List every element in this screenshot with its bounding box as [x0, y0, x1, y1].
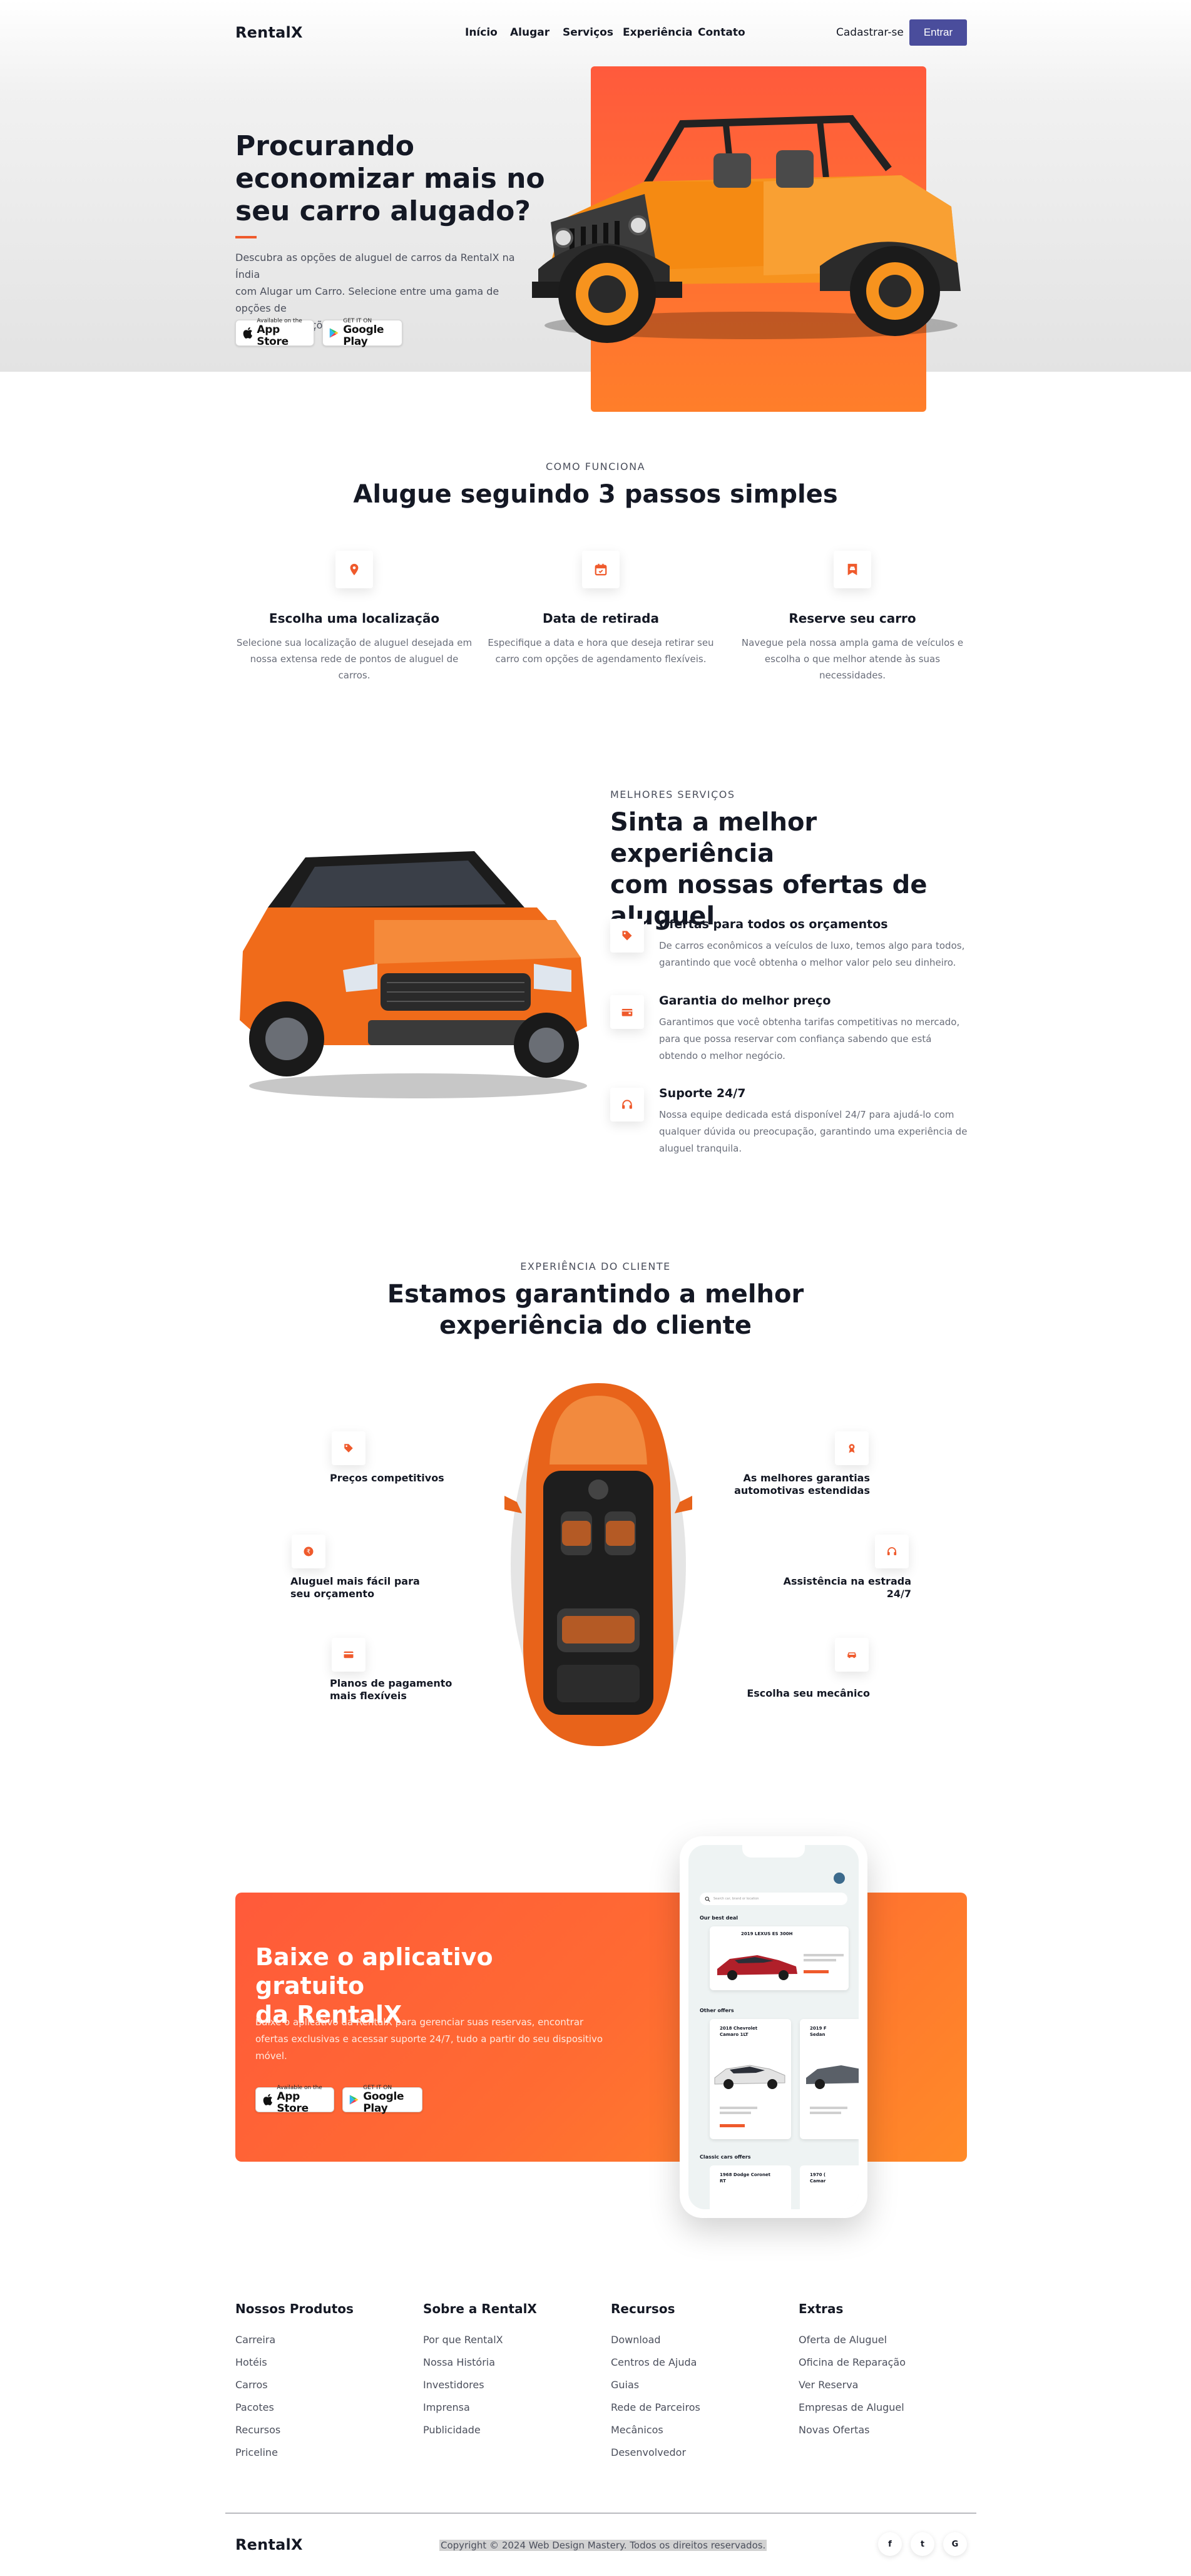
experience-item-pricing: Preços competitivos: [330, 1472, 444, 1484]
footer-link[interactable]: Carreira: [235, 2329, 398, 2351]
phone-offer-card[interactable]: 2019 F Sedan: [800, 2019, 859, 2139]
card-icon: [332, 1638, 365, 1672]
phone-search-input[interactable]: Search car, brand or location: [700, 1893, 847, 1905]
phone-mockup: Search car, brand or location Our best d…: [680, 1836, 867, 2218]
app-section-google-play-badge[interactable]: GET IT ON Google Play: [342, 2085, 422, 2115]
footer-link[interactable]: Desenvolvedor: [611, 2441, 774, 2464]
apple-icon: [243, 327, 252, 339]
twitter-icon[interactable]: t: [911, 2532, 934, 2556]
footer-link[interactable]: Rede de Parceiros: [611, 2396, 774, 2419]
footer-link[interactable]: Centros de Ajuda: [611, 2351, 774, 2374]
footer-link[interactable]: Imprensa: [423, 2396, 586, 2419]
phone-deal-card[interactable]: 2019 LEXUS ES 300H: [710, 1926, 849, 1990]
footer-link[interactable]: Novas Ofertas: [799, 2419, 961, 2441]
google-play-icon: [349, 2095, 359, 2105]
google-play-badge[interactable]: GET IT ON Google Play: [322, 318, 402, 348]
footer-link[interactable]: Nossa História: [423, 2351, 586, 2374]
phone-best-deal-label: Our best deal: [700, 1915, 739, 1921]
footer-link[interactable]: Oferta de Aluguel: [799, 2329, 961, 2351]
hero-underline: [235, 236, 257, 238]
google-play-icon: [329, 328, 339, 338]
nav-link-inicio[interactable]: Início: [465, 26, 498, 39]
phone-classic-label: Classic cars offers: [700, 2154, 751, 2160]
step-card-date: Data de retirada Especifique a data e ho…: [482, 551, 720, 667]
coin-icon: ₹: [292, 1535, 325, 1568]
app-store-badge[interactable]: Available on the App Store: [235, 318, 314, 348]
brand-logo[interactable]: RentalX: [235, 24, 303, 41]
avatar[interactable]: [834, 1873, 845, 1884]
experience-item-mechanic: Escolha seu mecânico: [747, 1687, 870, 1699]
nav-link-alugar[interactable]: Alugar: [510, 26, 549, 39]
footer-link[interactable]: Investidores: [423, 2374, 586, 2396]
footer-link[interactable]: Recursos: [235, 2419, 398, 2441]
search-icon: [705, 1896, 710, 1902]
range-rover-image: [240, 851, 587, 1098]
footer-link[interactable]: Carros: [235, 2374, 398, 2396]
footer-link[interactable]: Por que RentalX: [423, 2329, 586, 2351]
experience-item-budget: Aluguel mais fácil para seu orçamento: [290, 1575, 420, 1600]
footer-link[interactable]: Hotéis: [235, 2351, 398, 2374]
phone-classic-card[interactable]: 1968 Dodge Coronet RT: [710, 2165, 791, 2209]
support-icon: [875, 1535, 909, 1568]
facebook-icon[interactable]: f: [878, 2532, 902, 2556]
wallet-icon: [610, 995, 644, 1029]
footer-link[interactable]: Mecânicos: [611, 2419, 774, 2441]
phone-screen: Search car, brand or location Our best d…: [688, 1845, 859, 2209]
nav-link-contato[interactable]: Contato: [698, 26, 745, 39]
award-icon: [835, 1431, 869, 1465]
deal-car-image: [717, 1955, 797, 1980]
app-description: Baixe o aplicativo da RentalX para geren…: [255, 2016, 603, 2062]
footer-link[interactable]: Empresas de Aluguel: [799, 2396, 961, 2419]
login-button[interactable]: Entrar: [909, 19, 967, 46]
signup-link[interactable]: Cadastrar-se: [836, 26, 904, 39]
experience-item-warranty: As melhores garantias automotivas estend…: [734, 1472, 870, 1496]
services-eyebrow: MELHORES SERVIÇOS: [610, 789, 735, 800]
bookmark-car-icon: [834, 551, 871, 588]
footer-link[interactable]: Download: [611, 2329, 774, 2351]
experience-item-payment: Planos de pagamento mais flexíveis: [330, 1677, 452, 1702]
services-title: Sinta a melhor experiência com nossas of…: [610, 808, 928, 931]
phone-other-offers-label: Other offers: [700, 2008, 734, 2013]
calendar-icon: [582, 551, 620, 588]
footer-column-extras: Extras Oferta de Aluguel Oficina de Repa…: [799, 2301, 961, 2441]
experience-item-roadside: Assistência na estrada 24/7: [783, 1575, 911, 1600]
nav-link-servicos[interactable]: Serviços: [563, 26, 613, 39]
footer-link[interactable]: Publicidade: [423, 2419, 586, 2441]
svg-text:₹: ₹: [307, 1548, 310, 1555]
apple-icon: [263, 2093, 272, 2105]
car-top-view-image: [504, 1383, 692, 1746]
google-icon[interactable]: G: [943, 2532, 967, 2556]
footer-column-products: Nossos Produtos Carreira Hotéis Carros P…: [235, 2301, 398, 2464]
footer-link[interactable]: Oficina de Reparação: [799, 2351, 961, 2374]
steps-title: Alugue seguindo 3 passos simples: [353, 480, 838, 509]
phone-notch: [742, 1845, 805, 1858]
experience-title: Estamos garantindo a melhor experiência …: [387, 1280, 804, 1340]
footer-column-resources: Recursos Download Centros de Ajuda Guias…: [611, 2301, 774, 2464]
steps-eyebrow: COMO FUNCIONA: [545, 461, 646, 473]
hero-title: Procurando economizar mais no seu carro …: [235, 130, 545, 227]
location-pin-icon: [335, 551, 373, 588]
footer-link[interactable]: Priceline: [235, 2441, 398, 2464]
copyright-text: Copyright © 2024 Web Design Mastery. Tod…: [439, 2540, 767, 2551]
car-icon: [835, 1638, 869, 1672]
footer-link[interactable]: Pacotes: [235, 2396, 398, 2419]
headset-icon: [610, 1088, 644, 1122]
footer-link[interactable]: Ver Reserva: [799, 2374, 961, 2396]
step-card-book: Reserve seu carro Navegue pela nossa amp…: [734, 551, 971, 683]
tag-icon: [610, 919, 644, 953]
footer-column-about: Sobre a RentalX Por que RentalX Nossa Hi…: [423, 2301, 586, 2441]
nav-link-experiencia[interactable]: Experiência: [623, 26, 693, 39]
phone-offer-card[interactable]: 2018 Chevrolet Camaro 1LT: [710, 2019, 791, 2139]
offer-car-image: [714, 2065, 785, 2089]
experience-eyebrow: EXPERIÊNCIA DO CLIENTE: [520, 1260, 671, 1272]
price-tag-icon: [332, 1431, 365, 1465]
footer-logo[interactable]: RentalX: [235, 2536, 303, 2553]
footer-link[interactable]: Guias: [611, 2374, 774, 2396]
app-section-app-store-badge[interactable]: Available on the App Store: [255, 2085, 334, 2115]
offer-car-image: [806, 2065, 859, 2089]
hero-jeep-image: [532, 115, 961, 343]
phone-classic-card[interactable]: 1970 ( Camar: [800, 2165, 859, 2209]
step-card-location: Escolha uma localização Selecione sua lo…: [235, 551, 473, 683]
